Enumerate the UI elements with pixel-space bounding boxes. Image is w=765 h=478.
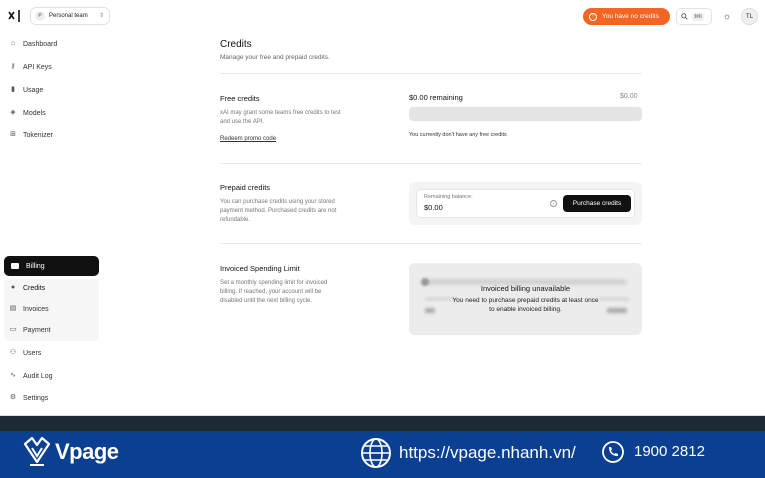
sidebar-item-label: Invoices bbox=[23, 305, 49, 313]
free-credits-amount: $0.00 bbox=[620, 93, 638, 100]
sidebar-item-label: Audit Log bbox=[23, 372, 53, 380]
home-icon: ⌂ bbox=[10, 40, 16, 47]
sidebar-item-billing[interactable]: Billing bbox=[4, 256, 99, 276]
dot-icon: ● bbox=[10, 284, 16, 291]
sidebar-item-payment[interactable]: ▭ Payment bbox=[6, 322, 51, 338]
phone-icon bbox=[602, 441, 624, 463]
page-subtitle: Manage your free and prepaid credits. bbox=[220, 54, 330, 61]
sidebar-item-invoices[interactable]: ▤ Invoices bbox=[6, 301, 49, 317]
vpage-logo-icon bbox=[23, 436, 51, 466]
invoiced-unavailable-message: You need to purchase prepaid credits at … bbox=[452, 297, 599, 313]
card-icon bbox=[11, 263, 19, 269]
purchase-credits-button[interactable]: Purchase credits bbox=[563, 195, 631, 212]
app-window: P Personal team ⇕ ! You have no credits … bbox=[0, 0, 765, 416]
no-credits-badge[interactable]: ! You have no credits bbox=[583, 8, 670, 25]
activity-icon: ∿ bbox=[10, 372, 16, 379]
brand-name: Vpage bbox=[55, 439, 119, 464]
sidebar-item-label: Dashboard bbox=[23, 40, 58, 48]
free-credits-title: Free credits bbox=[220, 94, 260, 103]
free-credits-remaining: $0.00 remaining bbox=[409, 93, 463, 102]
team-selector[interactable]: P Personal team ⇕ bbox=[30, 7, 110, 25]
phone-number[interactable]: 1900 2812 bbox=[634, 443, 705, 460]
sidebar-item-label: Billing bbox=[26, 262, 45, 270]
sidebar-item-label: Models bbox=[23, 109, 46, 117]
sidebar-item-label: Users bbox=[23, 349, 42, 357]
globe-icon bbox=[361, 438, 391, 468]
alert-icon: ! bbox=[589, 12, 597, 21]
free-credits-description: xAI may grant some teams free credits to… bbox=[220, 110, 341, 125]
prepaid-credits-title: Prepaid credits bbox=[220, 183, 271, 192]
sidebar-item-settings[interactable]: ⚙ Settings bbox=[6, 390, 48, 406]
search-icon bbox=[681, 13, 688, 20]
sidebar-item-usage[interactable]: ▮ Usage bbox=[6, 82, 43, 98]
team-avatar: P bbox=[35, 11, 45, 21]
sidebar-item-users[interactable]: ⚇ Users bbox=[6, 345, 41, 361]
invoiced-unavailable-title: Invoiced billing unavailable bbox=[480, 284, 571, 293]
balance-label: Remaining balance: bbox=[424, 194, 473, 200]
sidebar-item-label: Payment bbox=[23, 326, 51, 334]
divider bbox=[220, 243, 642, 244]
chevron-updown-icon: ⇕ bbox=[98, 13, 104, 19]
divider bbox=[220, 73, 642, 74]
sidebar-item-models[interactable]: ◈ Models bbox=[6, 105, 46, 121]
no-credits-text: You have no credits bbox=[602, 13, 659, 20]
invoiced-title: Invoiced Spending Limit bbox=[220, 264, 300, 273]
free-credits-empty-text: You currently don't have any free credit… bbox=[409, 132, 507, 138]
invoiced-description: Set a monthly spending limit for invoice… bbox=[220, 280, 328, 304]
sidebar-item-tokenizer[interactable]: ⊞ Tokenizer bbox=[6, 127, 53, 143]
screenshot-frame: P Personal team ⇕ ! You have no credits … bbox=[0, 0, 765, 478]
info-icon[interactable]: i bbox=[550, 200, 557, 207]
sidebar-item-api-keys[interactable]: ⚷ API Keys bbox=[6, 59, 52, 75]
cube-icon: ◈ bbox=[10, 109, 16, 116]
balance-value: $0.00 bbox=[424, 203, 443, 212]
user-avatar[interactable]: TL bbox=[741, 8, 758, 25]
sidebar-item-label: API Keys bbox=[23, 63, 52, 71]
gear-icon: ⚙ bbox=[9, 394, 17, 401]
sidebar-item-audit-log[interactable]: ∿ Audit Log bbox=[6, 368, 53, 384]
card-icon: ▭ bbox=[9, 326, 17, 333]
sidebar-item-label: Usage bbox=[23, 86, 44, 94]
search-button[interactable]: ⌘K bbox=[676, 8, 712, 25]
prepaid-credits-description: You can purchase credits using your stor… bbox=[220, 199, 337, 223]
blurred-value bbox=[607, 308, 627, 313]
blurred-label bbox=[425, 297, 455, 301]
sidebar-item-label: Tokenizer bbox=[23, 131, 53, 139]
divider bbox=[220, 163, 642, 164]
website-url[interactable]: https://vpage.nhanh.vn/ bbox=[399, 443, 576, 463]
team-name: Personal team bbox=[49, 13, 88, 19]
sidebar-item-dashboard[interactable]: ⌂ Dashboard bbox=[6, 36, 57, 52]
blurred-label bbox=[599, 297, 629, 301]
search-shortcut: ⌘K bbox=[692, 12, 705, 21]
key-icon: ⚷ bbox=[10, 63, 16, 70]
sidebar-item-label: Credits bbox=[23, 284, 46, 292]
sidebar-item-credits[interactable]: ● Credits bbox=[6, 280, 45, 296]
sidebar-item-label: Settings bbox=[23, 394, 49, 402]
redeem-promo-link[interactable]: Redeem promo code bbox=[220, 136, 276, 142]
page-title: Credits bbox=[220, 39, 252, 50]
free-credits-progress bbox=[409, 107, 642, 121]
document-icon: ▤ bbox=[9, 305, 17, 312]
bar-chart-icon: ▮ bbox=[11, 86, 15, 93]
sun-icon[interactable]: ☼ bbox=[721, 10, 733, 22]
users-icon: ⚇ bbox=[9, 349, 17, 356]
xai-logo-icon[interactable] bbox=[8, 9, 22, 23]
grid-icon: ⊞ bbox=[10, 131, 16, 138]
top-bar: P Personal team ⇕ ! You have no credits … bbox=[0, 0, 765, 32]
blurred-value bbox=[425, 308, 435, 313]
